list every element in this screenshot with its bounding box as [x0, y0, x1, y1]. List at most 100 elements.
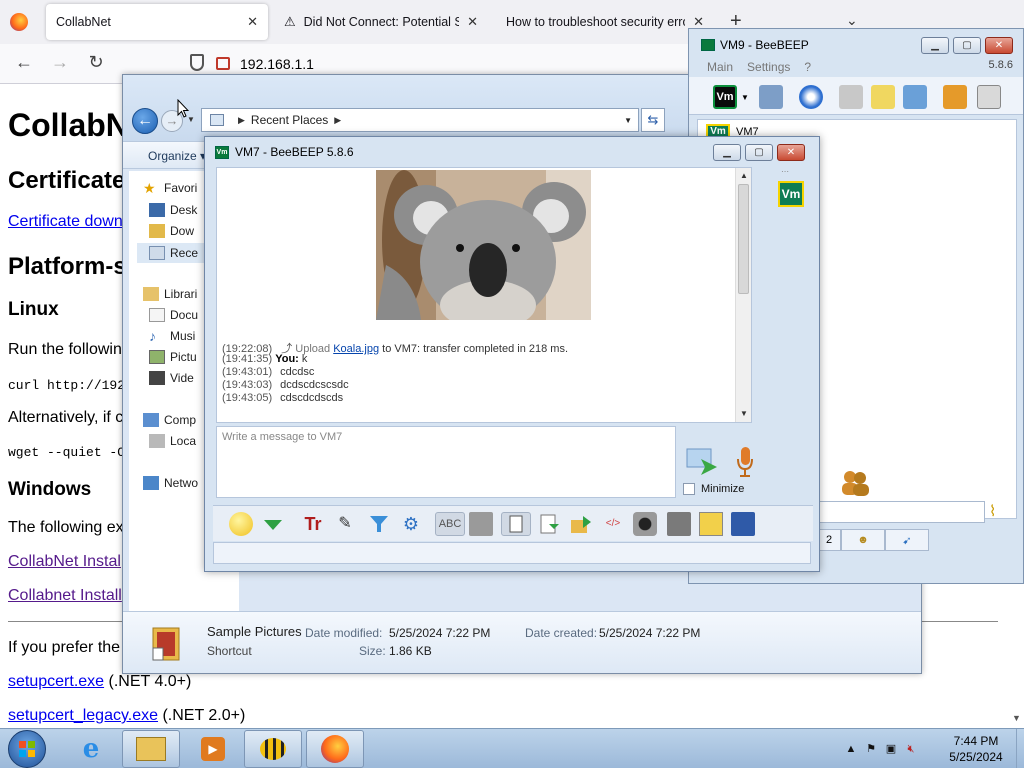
show-desktop-button[interactable] — [1016, 729, 1024, 768]
sidebar-grip-icon[interactable]: ⋯ — [781, 167, 789, 176]
screenshot-camera-icon[interactable] — [633, 512, 657, 536]
edit-pencil-icon[interactable] — [871, 85, 895, 109]
start-button[interactable] — [8, 730, 46, 768]
send-file-icon[interactable] — [501, 512, 531, 536]
nav-videos[interactable]: Vide — [149, 371, 194, 385]
list-tabs-chevron-icon[interactable]: ⌄ — [846, 12, 858, 29]
show-hidden-icons-icon[interactable]: ▲ — [844, 742, 858, 756]
forward-arrow-icon[interactable]: → — [48, 52, 72, 73]
spellcheck-icon[interactable]: ABC — [435, 512, 465, 536]
save-disk-icon[interactable] — [731, 512, 755, 536]
collabnet-installer-link-2[interactable]: Collabnet Install — [8, 587, 122, 605]
address-dropdown-icon[interactable]: ▼ — [624, 116, 632, 125]
network-icon[interactable]: ▣ — [884, 742, 898, 756]
breadcrumb-chevron-icon[interactable]: ▶ — [238, 115, 245, 126]
scroll-thumb[interactable] — [738, 184, 749, 294]
settings-gear-icon[interactable]: ⚙ — [399, 512, 423, 536]
close-button[interactable]: ✕ — [777, 144, 805, 161]
vcard-icon[interactable] — [759, 85, 783, 109]
address-bar[interactable]: ▶ Recent Places ▶ ▼ — [201, 108, 639, 132]
firefox-taskbar-button[interactable] — [306, 730, 364, 768]
broom-icon[interactable]: ⌇ — [989, 502, 1007, 522]
internet-explorer-taskbar-button[interactable]: e — [62, 730, 120, 768]
status-dropdown-icon[interactable]: ▼ — [741, 93, 749, 102]
tab-close-icon[interactable]: ✕ — [247, 14, 258, 30]
status-count[interactable]: 2 — [817, 529, 841, 551]
member-vm-badge-icon[interactable]: Vm — [778, 181, 804, 207]
share-files-icon[interactable] — [943, 85, 967, 109]
html-code-icon[interactable]: </> — [601, 512, 625, 536]
close-button[interactable]: ✕ — [985, 37, 1013, 54]
chat-scrollbar[interactable]: ▲ ▼ — [735, 168, 751, 422]
menu-main[interactable]: Main — [707, 60, 733, 74]
menu-help[interactable]: ? — [804, 60, 811, 74]
nav-desktop[interactable]: Desk — [149, 203, 197, 217]
emoticon-icon[interactable] — [229, 512, 253, 536]
menu-settings[interactable]: Settings — [747, 60, 790, 74]
beebeep-taskbar-button[interactable] — [244, 730, 302, 768]
checkbox-box[interactable] — [683, 483, 695, 495]
tools-icon[interactable] — [903, 85, 927, 109]
trash-icon[interactable] — [977, 85, 1001, 109]
tab-did-not-connect[interactable]: ⚠ Did Not Connect: Potential Sec ✕ — [274, 4, 488, 40]
shield-icon[interactable] — [190, 54, 204, 71]
filter-icon[interactable] — [367, 512, 391, 536]
network-radar-icon[interactable] — [799, 85, 823, 109]
media-player-taskbar-button[interactable]: ▶ — [184, 730, 242, 768]
volume-muted-icon[interactable]: 🔇︎ — [904, 742, 918, 756]
nav-music[interactable]: ♪ Musi — [149, 329, 195, 343]
font-color-icon[interactable]: ✎ — [333, 512, 357, 536]
edit-notes-icon[interactable] — [699, 512, 723, 536]
setupcert-link[interactable]: setupcert.exe — [8, 673, 104, 690]
firefox-menu-icon[interactable] — [10, 13, 28, 31]
word-complete-icon[interactable] — [469, 512, 493, 536]
back-arrow-icon[interactable]: ← — [12, 52, 36, 73]
scroll-down-arrow-icon[interactable]: ▼ — [1012, 713, 1021, 723]
microphone-icon[interactable] — [735, 445, 755, 479]
tab-troubleshoot[interactable]: How to troubleshoot security error ✕ — [496, 4, 714, 40]
koala-file-link[interactable]: Koala.jpg — [333, 343, 379, 355]
nav-computer[interactable]: Comp — [143, 413, 196, 427]
nav-local-disk[interactable]: Loca — [149, 434, 196, 448]
back-button[interactable]: ← — [132, 108, 158, 134]
hide-emoticons-icon[interactable] — [261, 512, 285, 536]
nav-network[interactable]: Netwo — [143, 476, 198, 490]
tab-close-icon[interactable]: ✕ — [467, 14, 478, 30]
share-status-icon[interactable]: ➹ — [885, 529, 929, 551]
collabnet-installer-link[interactable]: CollabNet Instal — [8, 553, 121, 571]
minimize-button[interactable]: ▁ — [921, 37, 949, 54]
reload-icon[interactable]: ↻ — [84, 52, 108, 73]
message-input[interactable]: Write a message to VM7 — [216, 426, 676, 498]
action-center-flag-icon[interactable]: ⚑ — [864, 742, 878, 756]
minimize-button[interactable]: ▁ — [713, 144, 741, 161]
send-folder-icon[interactable] — [569, 512, 593, 536]
send-message-icon[interactable] — [685, 445, 719, 475]
taskbar-clock[interactable]: 7:44 PM 5/25/2024 — [936, 733, 1016, 765]
breadcrumb-recent-places[interactable]: Recent Places — [251, 113, 328, 127]
url-text[interactable]: 192.168.1.1 — [240, 56, 314, 72]
setupcert-legacy-link[interactable]: setupcert_legacy.exe — [8, 707, 158, 724]
nav-documents[interactable]: Docu — [149, 308, 198, 322]
explorer-taskbar-button[interactable] — [122, 730, 180, 768]
users-status-icon[interactable]: ☻ — [841, 529, 885, 551]
clear-chat-icon[interactable] — [667, 512, 691, 536]
nav-libraries[interactable]: Librari — [143, 287, 197, 301]
tab-collabnet[interactable]: CollabNet ✕ — [46, 4, 268, 40]
scroll-up-arrow-icon[interactable]: ▲ — [736, 168, 752, 184]
nav-pictures[interactable]: Pictu — [149, 350, 197, 364]
organize-button[interactable]: Organize ▾ — [148, 149, 206, 163]
nav-favorites[interactable]: ★ Favori — [143, 181, 197, 195]
nav-downloads[interactable]: Dow — [149, 224, 194, 238]
font-icon[interactable]: Tr — [301, 512, 325, 536]
status-vm-badge-icon[interactable]: Vm — [713, 85, 737, 109]
maximize-button[interactable]: ▢ — [953, 37, 981, 54]
minimize-checkbox[interactable]: Minimize — [683, 483, 744, 495]
scroll-down-arrow-icon[interactable]: ▼ — [736, 406, 752, 422]
group-chat-icon[interactable] — [839, 85, 863, 109]
vm9-filter-input[interactable] — [817, 501, 985, 523]
maximize-button[interactable]: ▢ — [745, 144, 773, 161]
insecure-lock-icon[interactable] — [216, 57, 230, 70]
refresh-icon[interactable]: ⇆ — [641, 108, 665, 132]
save-chat-icon[interactable] — [537, 512, 561, 536]
breadcrumb-chevron-icon[interactable]: ▶ — [334, 115, 341, 126]
